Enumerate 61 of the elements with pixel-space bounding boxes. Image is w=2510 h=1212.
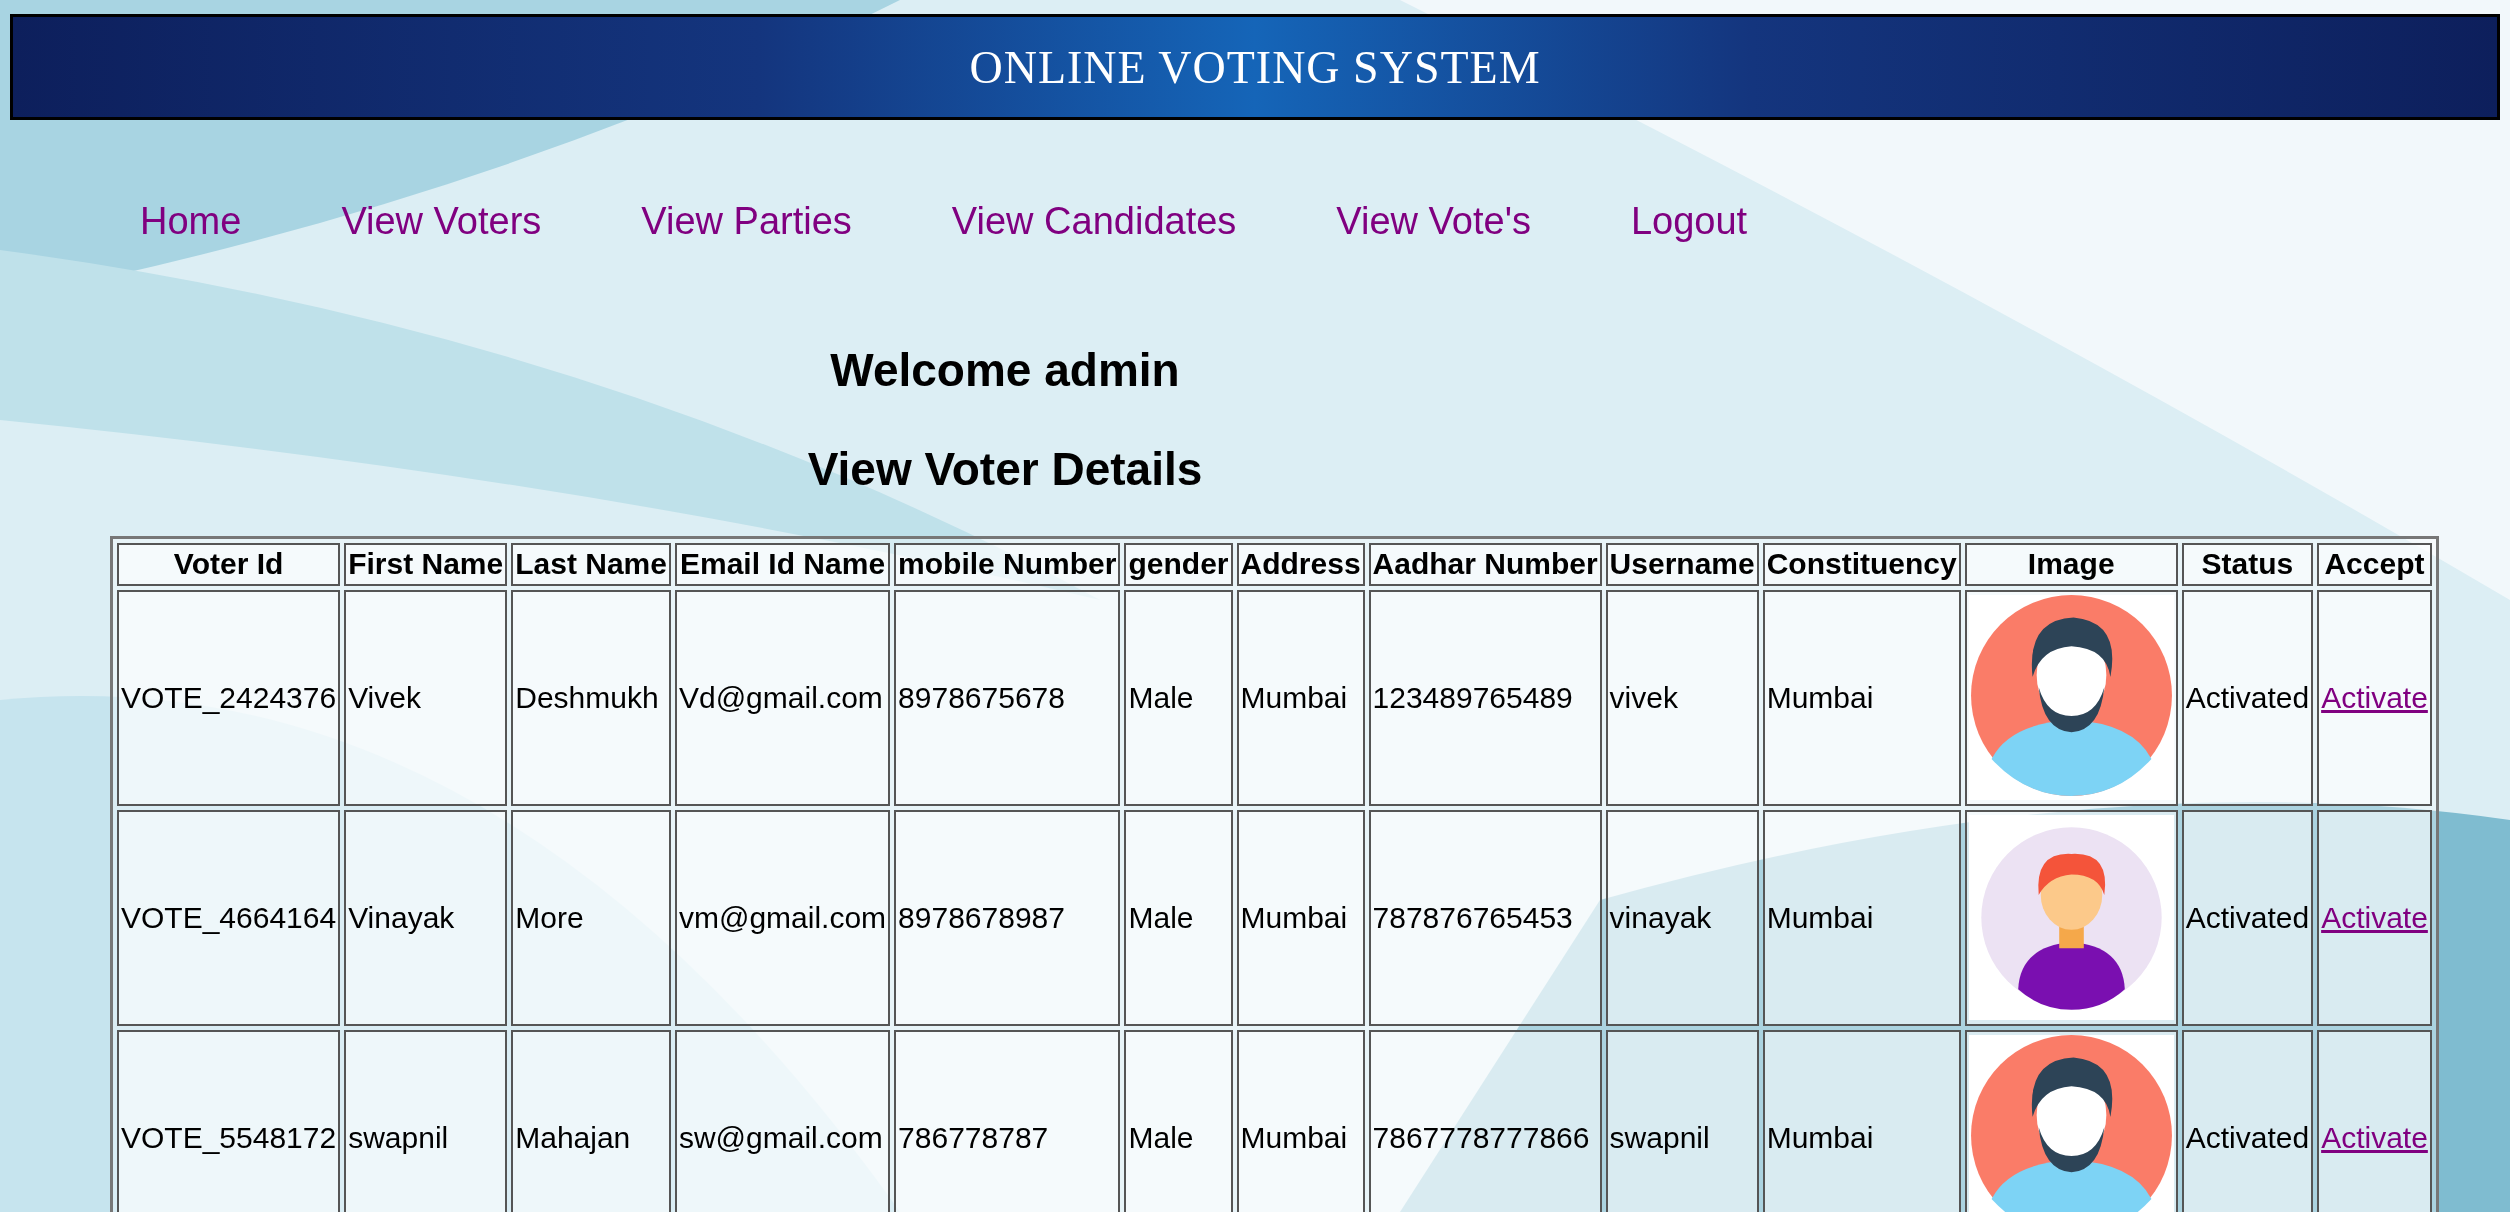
table-cell: Mahajan [511,1029,671,1212]
table-cell: 7867778777866 [1368,1029,1602,1212]
table-cell: VOTE_4664164 [117,809,341,1026]
column-header: Last Name [511,543,671,586]
column-header: Constituency [1762,543,1961,586]
table-cell: 786778787 [894,1029,1121,1212]
column-header: Username [1605,543,1759,586]
table-cell: Mumbai [1236,809,1365,1026]
table-cell: vm@gmail.com [674,809,891,1026]
table-cell: swapnil [344,1029,508,1212]
avatar-icon [1968,595,2174,800]
table-cell: Mumbai [1236,1029,1365,1212]
table-cell: Vd@gmail.com [674,589,891,806]
table-cell: Vinayak [344,809,508,1026]
page-heading: View Voter Details [806,442,1204,496]
column-header: Accept [2317,543,2432,586]
table-cell: Mumbai [1762,589,1961,806]
table-cell: vinayak [1605,809,1759,1026]
activate-link[interactable]: Activate [2321,680,2428,714]
column-header: mobile Number [894,543,1121,586]
table-cell: 8978675678 [894,589,1121,806]
table-cell: Deshmukh [511,589,671,806]
table-cell: Activated [2181,809,2314,1026]
column-header: Status [2181,543,2314,586]
table-cell: More [511,809,671,1026]
activate-link[interactable]: Activate [2321,900,2428,934]
table-cell: VOTE_5548172 [117,1029,341,1212]
table-cell: Male [1124,809,1233,1026]
table-cell: Mumbai [1762,809,1961,1026]
nav-link[interactable]: View Candidates [951,200,1237,243]
table-cell: Male [1124,1029,1233,1212]
column-header: gender [1124,543,1233,586]
table-cell: Activated [2181,1029,2314,1212]
table-cell: 787876765453 [1368,809,1602,1026]
column-header: Voter Id [117,543,341,586]
nav-link[interactable]: View Vote's [1336,200,1531,243]
activate-link[interactable]: Activate [2321,1120,2428,1154]
column-header: Address [1236,543,1365,586]
welcome-heading: Welcome admin [829,343,1181,397]
column-header: Image [1964,543,2178,586]
avatar-icon [1968,1035,2174,1212]
nav-link[interactable]: Logout [1630,200,1748,243]
column-header: First Name [344,543,508,586]
table-cell: Mumbai [1762,1029,1961,1212]
table-cell: Vivek [344,589,508,806]
table-cell: sw@gmail.com [674,1029,891,1212]
table-cell: VOTE_2424376 [117,589,341,806]
table-cell: 8978678987 [894,809,1121,1026]
nav-link[interactable]: View Voters [341,200,542,243]
nav-link[interactable]: View Parties [641,200,852,243]
table-cell: vivek [1605,589,1759,806]
site-title: ONLINE VOTING SYSTEM [969,40,1541,94]
table-cell: 123489765489 [1368,589,1602,806]
table-cell: Male [1124,589,1233,806]
table-cell: swapnil [1605,1029,1759,1212]
column-header: Aadhar Number [1368,543,1602,586]
table-cell: Activated [2181,589,2314,806]
avatar-icon [1968,815,2174,1020]
nav-link[interactable]: Home [140,200,242,243]
column-header: Email Id Name [674,543,891,586]
table-cell: Mumbai [1236,589,1365,806]
